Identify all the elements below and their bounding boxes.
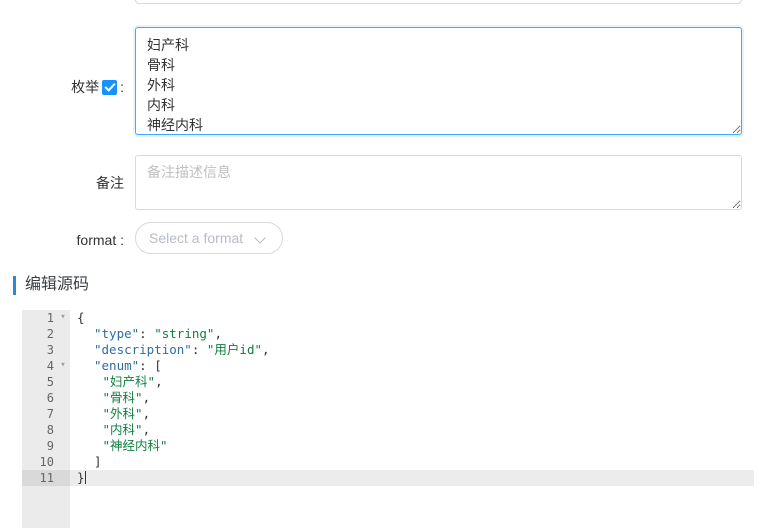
- code-token: "用户id": [206, 342, 263, 357]
- code-token: "enum": [94, 358, 140, 373]
- remark-row: 备注: [0, 155, 774, 210]
- line-number: 11: [22, 470, 70, 486]
- section-accent-bar: [13, 275, 16, 295]
- code-line[interactable]: 5 "妇产科",: [22, 374, 754, 390]
- code-line-text: {: [77, 310, 85, 326]
- code-line[interactable]: 10]: [22, 454, 754, 470]
- code-line-background: ]: [70, 454, 754, 470]
- code-line-background: "enum": [: [70, 358, 754, 374]
- line-number: 8: [22, 422, 70, 438]
- editor-code-lines[interactable]: 1 ▾{2 "type": "string", 3 "description": "用户…: [22, 310, 754, 486]
- code-token: "description": [94, 342, 192, 357]
- code-token: : [: [139, 358, 162, 373]
- code-line-background: "type": "string",: [70, 326, 754, 342]
- code-token: ,: [214, 326, 222, 341]
- code-line[interactable]: 8 "内科",: [22, 422, 754, 438]
- code-token: }: [77, 470, 85, 485]
- fold-arrow-icon[interactable]: ▾: [58, 358, 68, 374]
- fold-arrow-icon[interactable]: ▾: [58, 310, 68, 326]
- code-line-text: "type": "string",: [94, 326, 222, 342]
- pattern-row: [0, 0, 774, 4]
- code-line[interactable]: 6 "骨科",: [22, 390, 754, 406]
- code-line-background: "骨科",: [70, 390, 754, 406]
- line-number: 7: [22, 406, 70, 422]
- code-line[interactable]: 7 "外科",: [22, 406, 754, 422]
- text-cursor: [84, 471, 86, 484]
- code-token: "妇产科": [102, 374, 156, 389]
- format-label-text: format :: [76, 232, 124, 248]
- enum-row: 枚举 :: [0, 27, 774, 135]
- code-token: "内科": [102, 422, 143, 437]
- line-number: 3: [22, 342, 70, 358]
- code-line[interactable]: 2 "type": "string",: [22, 326, 754, 342]
- code-line-background: "内科",: [70, 422, 754, 438]
- line-number: 2: [22, 326, 70, 342]
- section-title-text: 编辑源码: [25, 276, 90, 293]
- enum-label-text: 枚举: [71, 79, 100, 95]
- format-select[interactable]: Select a format: [135, 222, 283, 254]
- line-number: 6: [22, 390, 70, 406]
- source-code-editor[interactable]: 1 ▾{2 "type": "string", 3 "description": "用户…: [22, 310, 754, 528]
- remark-label-text: 备注: [96, 175, 124, 191]
- code-line[interactable]: 3 "description": "用户id",: [22, 342, 754, 358]
- code-line[interactable]: 9 "神经内科": [22, 438, 754, 454]
- code-line-text: "外科",: [103, 406, 151, 422]
- code-token: :: [139, 326, 155, 341]
- code-line-background: "description": "用户id",: [70, 342, 754, 358]
- code-line[interactable]: 4 ▾ "enum": [: [22, 358, 754, 374]
- code-line[interactable]: 1 ▾{: [22, 310, 754, 326]
- code-token: :: [191, 342, 207, 357]
- code-token: "外科": [102, 406, 143, 421]
- code-line-text: "骨科",: [103, 390, 151, 406]
- format-select-value: Select a format: [149, 230, 244, 246]
- code-token: "type": [94, 326, 140, 341]
- code-token: ,: [142, 406, 151, 421]
- code-token: "骨科": [102, 390, 143, 405]
- remark-label: 备注: [0, 155, 135, 194]
- code-line-background: "妇产科",: [70, 374, 754, 390]
- code-line-text: "妇产科",: [103, 374, 163, 390]
- code-token: {: [77, 310, 85, 325]
- code-token: ,: [142, 390, 151, 405]
- code-line-background: "外科",: [70, 406, 754, 422]
- code-line-background: "神经内科": [70, 438, 754, 454]
- code-line-text: "神经内科": [103, 438, 168, 454]
- line-number: 5: [22, 374, 70, 390]
- code-token: ,: [142, 422, 151, 437]
- code-token: "string": [154, 326, 215, 341]
- code-line-text: "description": "用户id",: [94, 342, 270, 358]
- line-number: 10: [22, 454, 70, 470]
- edit-source-section-title: 编辑源码: [13, 274, 89, 296]
- enum-label: 枚举 :: [0, 27, 135, 98]
- code-token: ]: [94, 454, 102, 469]
- enum-textarea[interactable]: [135, 27, 742, 135]
- code-line-text: "enum": [: [94, 358, 162, 374]
- pattern-input[interactable]: [135, 0, 742, 4]
- code-line-text: ]: [94, 454, 102, 470]
- remark-textarea[interactable]: [135, 155, 742, 210]
- format-label: format :: [0, 222, 135, 251]
- code-line-text: }: [77, 470, 86, 486]
- format-row: format : Select a format: [0, 222, 774, 254]
- chevron-down-icon: [255, 232, 267, 244]
- enum-label-colon: :: [120, 79, 124, 95]
- code-token: "神经内科": [102, 438, 168, 453]
- code-line-background: {: [70, 310, 754, 326]
- code-line[interactable]: 11}: [22, 470, 754, 486]
- code-line-text: "内科",: [103, 422, 151, 438]
- code-line-background: }: [70, 470, 754, 486]
- code-token: ,: [155, 374, 163, 389]
- enum-checkbox[interactable]: [102, 80, 118, 95]
- code-token: ,: [262, 342, 270, 357]
- line-number: 9: [22, 438, 70, 454]
